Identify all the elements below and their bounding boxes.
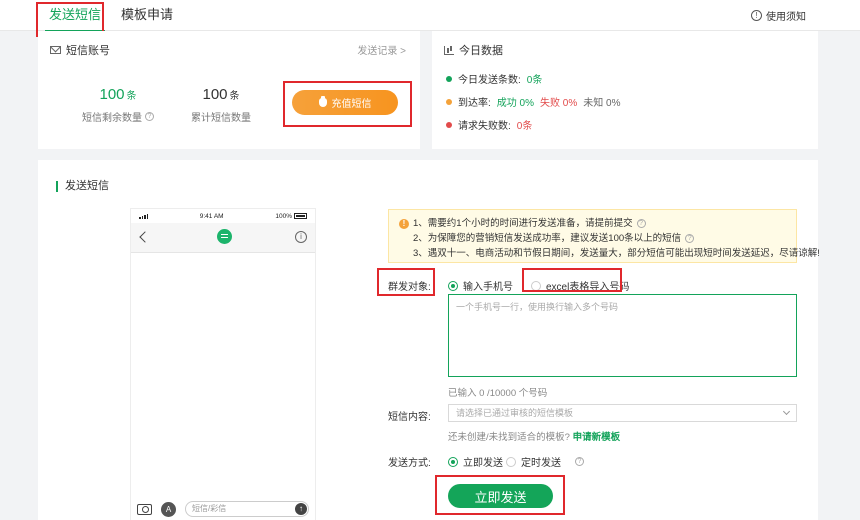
rate-success: 成功 0%: [496, 98, 535, 109]
info-circle-icon: !: [751, 10, 762, 21]
radio-unchecked-icon[interactable]: [531, 280, 541, 291]
radio-input-phone[interactable]: 输入手机号: [448, 278, 513, 293]
today-sent-row: 今日发送条数: 0条: [446, 71, 542, 86]
question-icon[interactable]: ?: [685, 234, 695, 243]
total-label: 累计短信数量: [191, 113, 251, 124]
request-fail-label: 请求失败数:: [458, 121, 511, 132]
notice-box: ! 1、需要约1个小时的时间进行发送准备，请提前提交? 2、为保障您的营销短信发送…: [388, 209, 820, 263]
back-chevron-icon: [139, 231, 151, 243]
account-title: 短信账号: [50, 42, 110, 58]
today-title-text: 今日数据: [459, 45, 503, 57]
template-hint: 还未创建/未找到适合的模板? 申请新模板: [448, 432, 621, 443]
radio-checked-icon[interactable]: [448, 280, 458, 291]
radio-label: 输入手机号: [463, 282, 513, 293]
chevron-down-icon: [782, 407, 791, 416]
today-request-fail-row: 请求失败数: 0条: [446, 117, 532, 132]
radio-send-now[interactable]: 立即发送: [448, 454, 503, 469]
radio-scheduled[interactable]: 定时发送 ?: [506, 454, 584, 469]
question-icon[interactable]: ?: [636, 219, 646, 228]
notice-line-2: 2、为保障您的营销短信发送成功率，建议发送100条以上的短信: [413, 233, 682, 244]
envelope-icon: [50, 46, 61, 54]
phone-preview: 9:41 AM 100% i A 短信/彩信 ↑: [130, 208, 316, 520]
content-label: 短信内容:: [388, 412, 431, 423]
send-panel-title: 发送短信: [56, 181, 109, 192]
phone-nav-bar: i: [131, 223, 315, 253]
notice-line-3: 3、遇双十一、电商活动和节假日期间，发送量大，部分短信可能出现短时间发送延迟，尽…: [413, 248, 820, 259]
info-icon: i: [295, 231, 307, 243]
camera-icon: [137, 503, 152, 515]
radio-excel-import[interactable]: excel表格导入号码: [531, 278, 629, 293]
apply-template-link[interactable]: 申请新模板: [573, 432, 621, 443]
tab-template-apply[interactable]: 模板申请: [121, 0, 173, 31]
help-label: 使用须知: [766, 12, 806, 23]
status-dot: [446, 98, 452, 105]
today-title: 今日数据: [444, 42, 503, 58]
send-sms-panel: 发送短信 9:41 AM 100% i A 短信/彩信 ↑ ! 1、需要约1个小时的…: [38, 160, 820, 520]
radio-unchecked-icon[interactable]: [506, 456, 516, 467]
method-label: 发送方式:: [388, 458, 431, 469]
sent-label: 今日发送条数:: [458, 75, 521, 86]
question-icon[interactable]: ?: [145, 112, 154, 121]
question-icon[interactable]: ?: [575, 457, 584, 466]
battery-percent: 100%: [275, 212, 292, 220]
recharge-label: 充值短信: [331, 99, 372, 110]
remaining-stat: 100 条 短信剩余数量?: [68, 86, 168, 124]
template-select[interactable]: 请选择已通过审核的短信模板: [448, 404, 797, 422]
remaining-label: 短信剩余数量?: [68, 109, 168, 124]
send-history-link[interactable]: 发送记录 >: [357, 42, 406, 57]
total-value: 100 条: [202, 86, 240, 103]
notice-line-1: 1、需要约1个小时的时间进行发送准备，请提前提交: [413, 218, 633, 229]
request-fail-value: 0条: [516, 121, 533, 132]
count-hint: 已输入 0 /10000 个号码: [448, 388, 548, 399]
battery-status: 100%: [275, 213, 307, 220]
rate-label: 到达率:: [458, 98, 491, 109]
appstore-icon: A: [161, 501, 176, 517]
chat-bubble-icon: [217, 229, 232, 244]
radio-label: 立即发送: [463, 458, 503, 469]
help-link[interactable]: ! 使用须知: [751, 8, 806, 23]
target-label: 群发对象:: [388, 282, 431, 293]
phone-time: 9:41 AM: [199, 212, 224, 220]
status-dot: [446, 75, 452, 82]
today-data-card: 今日数据 今日发送条数: 0条 到达率: 成功 0% 失败 0% 未知 0% 请…: [432, 31, 818, 149]
remaining-value: 100 条: [99, 86, 137, 103]
radio-label: excel表格导入号码: [546, 282, 630, 293]
phone-message-input: 短信/彩信 ↑: [185, 501, 309, 517]
arrow-up-icon: ↑: [295, 503, 307, 515]
radio-label: 定时发送: [521, 458, 561, 469]
rate-unknown: 未知 0%: [583, 98, 621, 109]
phone-numbers-textarea[interactable]: 一个手机号一行，使用换行输入多个号码: [448, 294, 797, 377]
recharge-button[interactable]: 充值短信: [292, 90, 398, 115]
phone-compose-bar: A 短信/彩信 ↑: [131, 498, 315, 520]
send-now-button[interactable]: 立即发送: [448, 484, 553, 508]
tab-send-sms[interactable]: 发送短信: [44, 0, 106, 32]
today-rate-row: 到达率: 成功 0% 失败 0% 未知 0%: [446, 94, 620, 109]
battery-icon: [293, 213, 307, 219]
total-stat: 100 条 累计短信数量: [171, 86, 271, 124]
sent-value: 0条: [526, 75, 543, 86]
bar-chart-icon: [444, 45, 454, 55]
account-title-text: 短信账号: [66, 45, 110, 57]
phone-status-bar: 9:41 AM 100%: [131, 209, 315, 223]
top-tabbar: 发送短信 模板申请 ! 使用须知: [0, 0, 860, 32]
warning-icon: !: [399, 218, 409, 229]
radio-checked-icon[interactable]: [448, 456, 458, 467]
sms-account-card: 短信账号 发送记录 > 100 条 短信剩余数量? 100 条 累计短信数量 充值短…: [38, 31, 420, 149]
money-bag-icon: [318, 96, 327, 107]
signal-icon: [139, 213, 148, 219]
rate-fail: 失败 0%: [540, 98, 578, 109]
status-dot: [446, 121, 452, 128]
